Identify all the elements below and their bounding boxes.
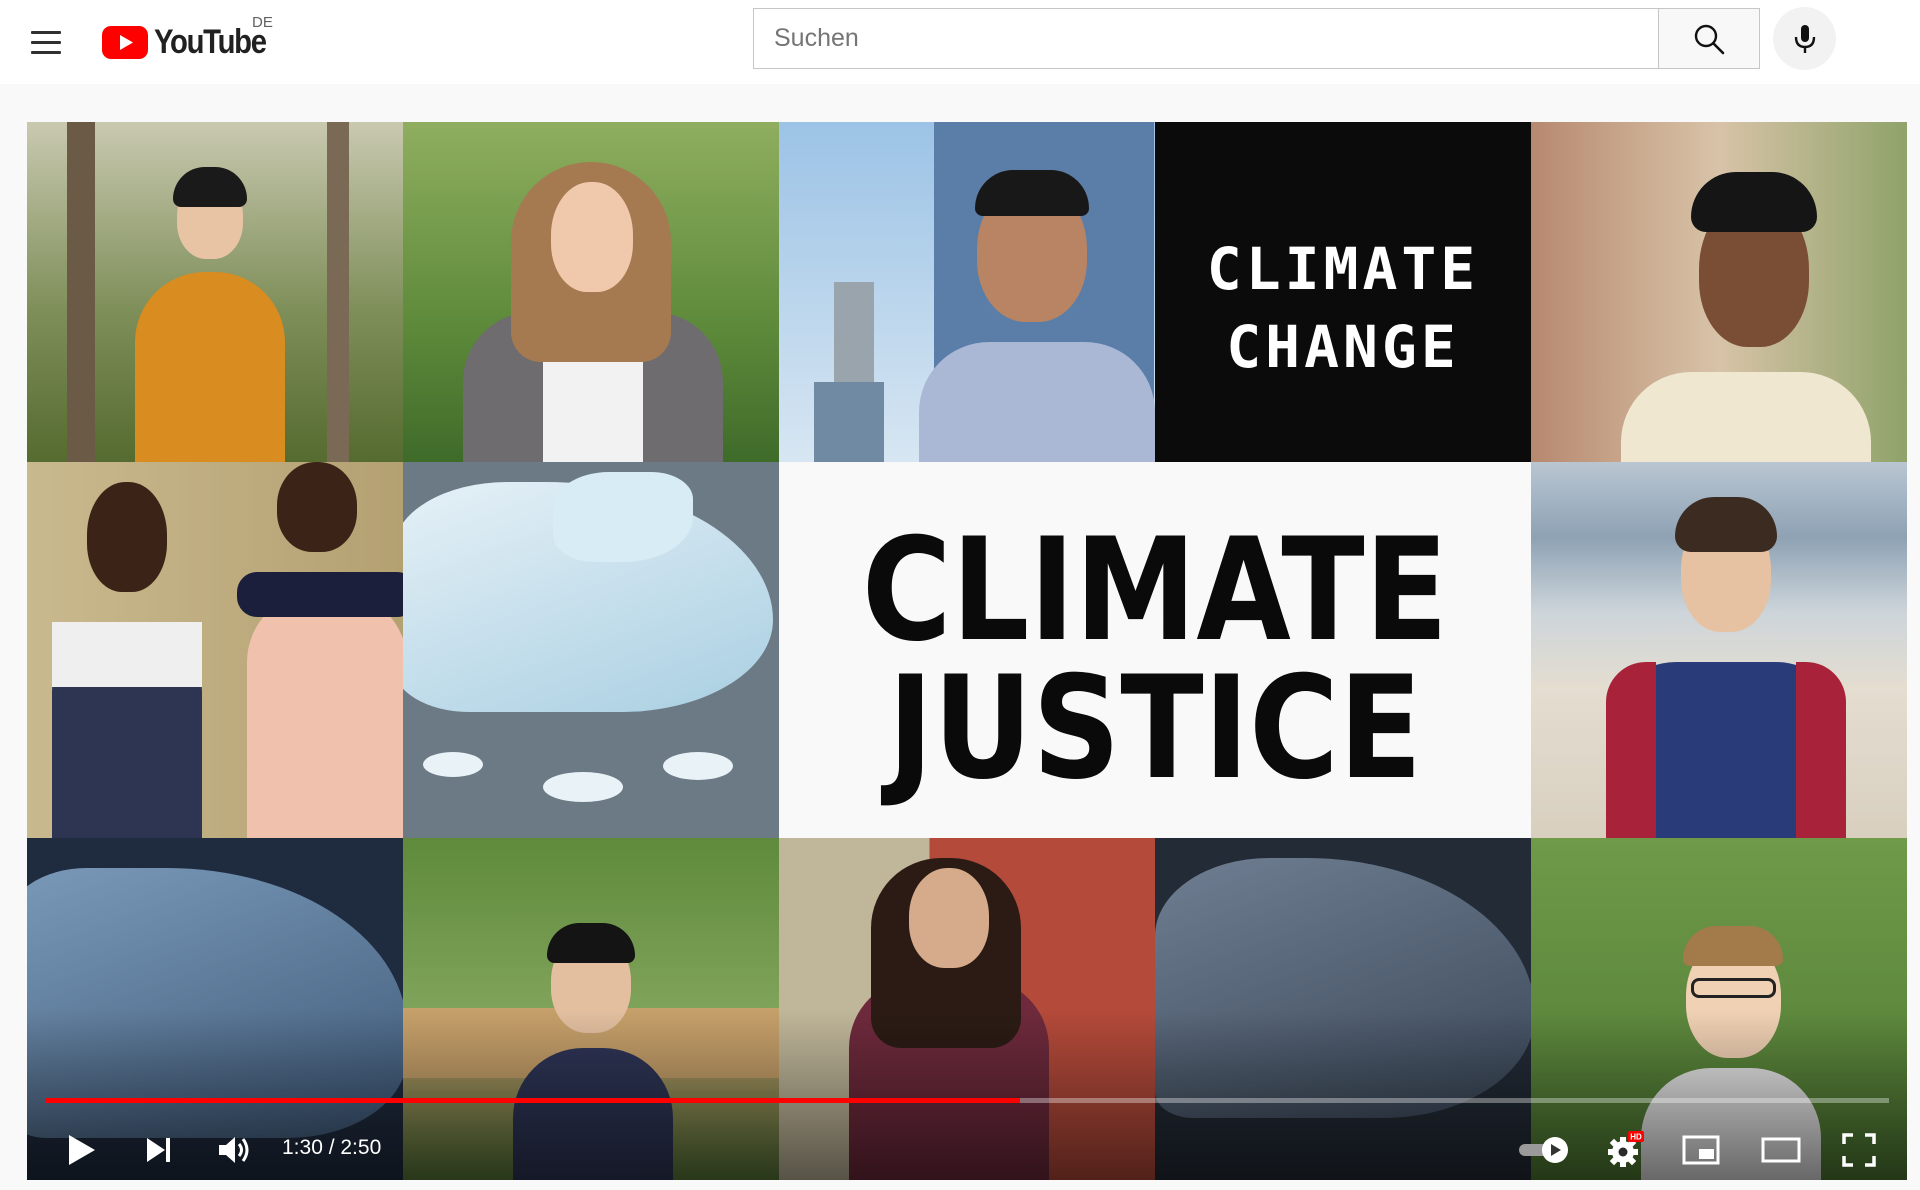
progress-played — [45, 1098, 1021, 1103]
fullscreen-button[interactable] — [1831, 1122, 1887, 1178]
theater-mode-button[interactable] — [1751, 1122, 1811, 1178]
mute-button[interactable] — [207, 1122, 263, 1178]
logo-wordmark: YouTube — [154, 22, 267, 61]
settings-button[interactable]: HD — [1597, 1122, 1653, 1178]
video-tile-boy-garden — [403, 838, 779, 1180]
region-code: DE — [252, 14, 273, 31]
miniplayer-icon — [1682, 1135, 1720, 1165]
youtube-play-logo-icon — [102, 25, 148, 59]
video-tile-boy-beach — [1531, 462, 1907, 838]
video-tile-two-kids — [27, 462, 403, 838]
video-tile-boy-skyline — [779, 122, 1155, 462]
skip-next-icon — [147, 1138, 170, 1162]
video-tile-girl-red-wall — [779, 838, 1155, 1180]
video-tile-girl-eucalyptus — [27, 122, 403, 462]
voice-search-button[interactable] — [1773, 7, 1836, 70]
video-player[interactable]: CLIMATE CHANGE CLIMATE JUSTICE 1:30 / 2:… — [27, 122, 1907, 1180]
next-button[interactable] — [131, 1122, 187, 1178]
video-tile-climate-justice-title: CLIMATE JUSTICE — [779, 462, 1531, 838]
video-tile-iceberg-dark-2 — [1155, 838, 1531, 1180]
climate-change-title: CLIMATE CHANGE — [1206, 235, 1480, 381]
play-icon — [69, 1135, 95, 1165]
autoplay-toggle-icon — [1519, 1137, 1568, 1163]
fullscreen-icon — [1842, 1133, 1876, 1167]
progress-bar[interactable] — [45, 1098, 1889, 1103]
climate-justice-title-line2: JUSTICE — [887, 646, 1423, 811]
video-tile-boy-balcony — [1531, 122, 1907, 462]
gear-icon: HD — [1608, 1131, 1644, 1167]
search-button[interactable] — [1659, 8, 1760, 69]
climate-justice-title-line1: CLIMATE — [861, 508, 1449, 673]
theater-mode-icon — [1761, 1137, 1801, 1163]
volume-icon — [219, 1137, 249, 1163]
autoplay-toggle[interactable] — [1511, 1122, 1577, 1178]
search-box — [753, 8, 1659, 69]
guide-menu-button[interactable] — [22, 18, 70, 66]
masthead: YouTube DE — [0, 0, 1920, 84]
microphone-icon — [1794, 24, 1815, 53]
time-display: 1:30 / 2:50 — [282, 1136, 382, 1159]
search-input[interactable] — [754, 9, 1658, 68]
hd-badge: HD — [1630, 1133, 1642, 1142]
search-icon — [1694, 24, 1725, 54]
hamburger-icon — [31, 30, 61, 34]
video-tile-glacier — [403, 462, 779, 838]
video-tile-climate-change-title: CLIMATE CHANGE — [1155, 122, 1531, 462]
miniplayer-button[interactable] — [1673, 1122, 1729, 1178]
video-tile-girl-forest — [403, 122, 779, 462]
play-button[interactable] — [53, 1122, 109, 1178]
